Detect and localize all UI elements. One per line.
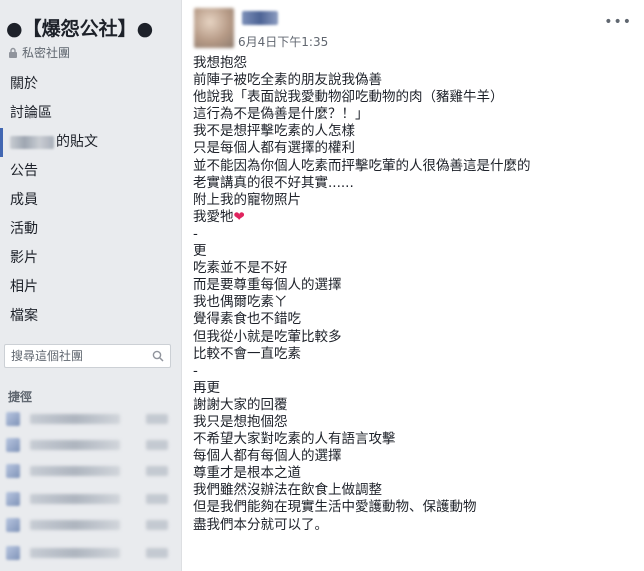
post-options-icon[interactable]: •••: [604, 14, 632, 30]
nav-discussion[interactable]: 討論區: [0, 99, 178, 128]
shortcut-item[interactable]: [6, 410, 172, 428]
post-line: 我們雖然沒辦法在飲食上做調整: [193, 482, 382, 499]
group-privacy: 私密社團: [8, 44, 70, 61]
post-line: 再更: [193, 379, 220, 396]
shortcut-avatar: [6, 464, 20, 478]
blurred-shortcut-count: [146, 548, 168, 558]
group-title[interactable]: ●【爆怨公社】●: [6, 14, 153, 41]
post-line: 吃素並不是不好: [193, 260, 288, 277]
nav-member-posts[interactable]: 的貼文: [0, 128, 178, 157]
post-line: 我也偶爾吃素ㄚ: [193, 294, 288, 311]
blurred-shortcut-name: [30, 520, 120, 530]
shortcut-avatar: [6, 412, 20, 426]
shortcut-avatar: [6, 546, 20, 560]
post-line: -: [193, 362, 198, 379]
nav-announcements[interactable]: 公告: [0, 157, 178, 186]
post-timestamp[interactable]: 6月4日下午1:35: [238, 33, 328, 50]
group-nav: 關於 討論區 的貼文 公告 成員 活動 影片 相片 檔案: [0, 70, 178, 331]
post-line: 謝謝大家的回覆: [193, 396, 288, 413]
post-line: 附上我的寵物照片: [193, 191, 301, 208]
post-line: 不希望大家對吃素的人有語言攻擊: [193, 431, 396, 448]
blurred-shortcut-count: [146, 494, 168, 504]
blurred-shortcut-name: [30, 466, 120, 476]
post-line: 我不是想抨擊吃素的人怎樣: [193, 123, 355, 140]
privacy-label: 私密社團: [22, 46, 71, 60]
blurred-shortcut-name: [30, 440, 120, 450]
author-avatar[interactable]: [194, 8, 234, 48]
nav-videos[interactable]: 影片: [0, 244, 178, 273]
post-line: -: [193, 225, 198, 242]
post-line: 比較不會一直吃素: [193, 345, 301, 362]
nav-photos[interactable]: 相片: [0, 273, 178, 302]
post-line: 但我從小就是吃葷比較多: [193, 328, 342, 345]
post-line: 每個人都有每個人的選擇: [193, 448, 342, 465]
blurred-shortcut-name: [30, 494, 120, 504]
post-line: 我只是想抱個怨: [193, 413, 288, 430]
post-body: 我想抱怨 前陣子被吃全素的朋友說我偽善 他說我「表面說我愛動物卻吃動物的肉（豬雞…: [193, 55, 633, 534]
left-sidebar: ●【爆怨公社】● 私密社團 關於 討論區 的貼文 公告 成員 活動 影片 相片 …: [0, 0, 178, 571]
shortcut-item[interactable]: [6, 516, 172, 534]
blurred-shortcut-count: [146, 440, 168, 450]
shortcut-item[interactable]: [6, 490, 172, 508]
group-search-input[interactable]: [11, 349, 147, 363]
blurred-shortcut-count: [146, 520, 168, 530]
nav-member-posts-label: 的貼文: [56, 134, 98, 150]
nav-files[interactable]: 檔案: [0, 302, 178, 331]
post-line: 但是我們能夠在現實生活中愛護動物、保護動物: [193, 499, 477, 516]
blurred-shortcut-count: [146, 466, 168, 476]
blurred-shortcut-name: [30, 414, 120, 424]
nav-events[interactable]: 活動: [0, 215, 178, 244]
group-search[interactable]: [4, 344, 171, 368]
shortcut-item[interactable]: [6, 462, 172, 480]
post-line-text: 我愛牠: [193, 208, 234, 225]
shortcut-item[interactable]: [6, 436, 172, 454]
post-line: 覺得素食也不錯吃: [193, 311, 301, 328]
post-line: 盡我們本分就可以了。: [193, 516, 328, 533]
post-card: 6月4日下午1:35 ••• 我想抱怨 前陣子被吃全素的朋友說我偽善 他說我「表…: [181, 0, 644, 571]
shortcut-avatar: [6, 438, 20, 452]
shortcut-item[interactable]: [6, 544, 172, 562]
blurred-author-name[interactable]: [242, 11, 278, 25]
blurred-shortcut-count: [146, 414, 168, 424]
post-line: 他說我「表面說我愛動物卻吃動物的肉（豬雞牛羊）: [193, 89, 504, 106]
nav-about[interactable]: 關於: [0, 70, 178, 99]
post-line: 並不能因為你個人吃素而抨擊吃葷的人很偽善這是什麼的: [193, 157, 531, 174]
post-line: 只是每個人都有選擇的權利: [193, 140, 355, 157]
post-line: 老實講真的很不好其實......: [193, 174, 354, 191]
post-line-with-heart: 我愛牠❤: [193, 209, 633, 226]
post-line: 而是要尊重每個人的選擇: [193, 277, 342, 294]
shortcut-avatar: [6, 518, 20, 532]
blurred-shortcut-name: [30, 548, 120, 558]
blurred-member-name: [10, 135, 54, 149]
post-line: 這行為不是偽善是什麼？！」: [193, 106, 369, 123]
post-line: 前陣子被吃全素的朋友說我偽善: [193, 72, 382, 89]
post-line: 更: [193, 243, 207, 260]
search-icon[interactable]: [152, 350, 164, 362]
lock-icon: [9, 47, 17, 58]
post-line: 我想抱怨: [193, 55, 247, 71]
shortcut-avatar: [6, 492, 20, 506]
nav-members[interactable]: 成員: [0, 186, 178, 215]
shortcuts-label: 捷徑: [8, 390, 33, 404]
heart-icon: ❤: [233, 208, 245, 225]
post-line: 尊重才是根本之道: [193, 465, 301, 482]
